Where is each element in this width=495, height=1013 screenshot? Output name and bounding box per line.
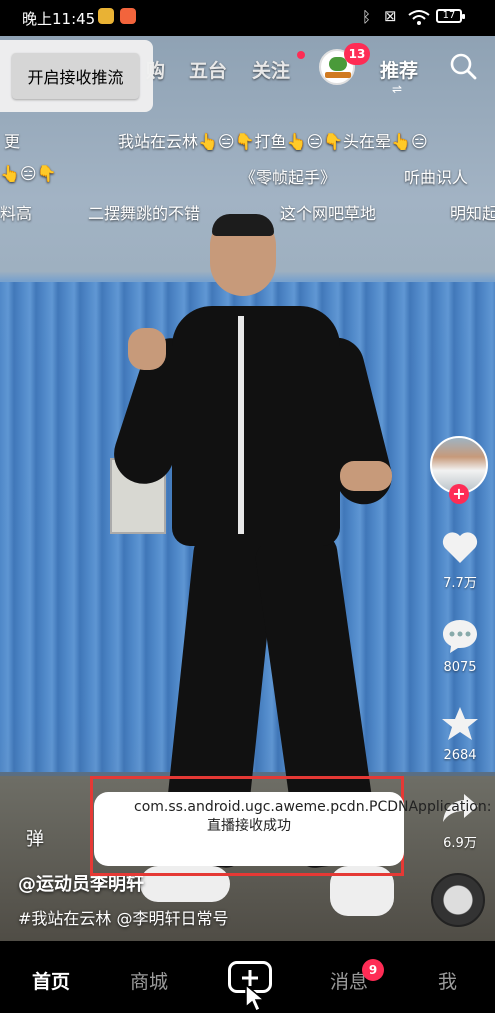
danmaku-comment: 明知起: [450, 204, 495, 223]
like-count: 7.7万: [443, 576, 477, 591]
video-description[interactable]: #我站在云林 @李明轩日常号: [18, 905, 229, 929]
danmaku-comment: 更: [4, 132, 21, 151]
bottom-navigation: 首页 商城 消息 9 我: [0, 943, 495, 1013]
danmaku-comment: 我站在云林👆😑👇打鱼👆😑👇头在晕👆😑: [118, 132, 428, 151]
status-time: 晚上11:45: [22, 10, 96, 28]
stream-control-panel: 开启接收推流: [0, 40, 153, 112]
danmaku-comment: 👆😑👇: [0, 164, 57, 183]
danmaku-comment: 《零帧起手》: [240, 168, 337, 187]
enable-stream-receive-button[interactable]: 开启接收推流: [12, 53, 139, 99]
messages-badge: 9: [362, 959, 384, 981]
tab-local[interactable]: 五台: [189, 56, 227, 83]
danmaku-comment: 二摆舞跳的不错: [88, 204, 201, 223]
person-hand: [128, 328, 166, 370]
follow-plus-button[interactable]: +: [449, 484, 469, 504]
tab-home[interactable]: 首页: [32, 967, 70, 994]
tab-following[interactable]: 关注: [252, 56, 290, 83]
danmaku-comment: 这个网吧草地: [280, 204, 377, 223]
star-icon[interactable]: [440, 704, 480, 744]
toast-message: com.ss.android.ugc.aweme.pcdn.PCDNApplic…: [94, 792, 491, 866]
tab-mall[interactable]: 商城: [130, 967, 168, 994]
danmaku-comment: 听曲识人: [404, 168, 469, 187]
danmaku-toggle-button[interactable]: 弹: [26, 825, 44, 851]
status-bar: 晚上11:45 ᛒ ⊠ 17: [0, 0, 495, 36]
tab-me[interactable]: 我: [438, 967, 457, 994]
sim-off-icon: ⊠: [384, 7, 397, 25]
comment-count: 8075: [443, 660, 477, 675]
bluetooth-icon: ᛒ: [362, 8, 372, 26]
person-hand: [340, 461, 392, 491]
favorite-count: 2684: [443, 748, 477, 763]
brand-logo-text-icon: [325, 72, 351, 78]
search-icon[interactable]: [449, 52, 477, 80]
notification-app-icon: [120, 8, 136, 24]
person-torso: [172, 306, 340, 546]
following-dot-badge: [297, 51, 305, 59]
battery-indicator: 17: [436, 9, 465, 23]
share-count: 6.9万: [443, 836, 477, 851]
wifi-icon: [408, 10, 430, 25]
brand-count-badge: 13: [344, 43, 370, 65]
person-zipper: [238, 316, 244, 534]
danmaku-comment: 料高: [0, 204, 33, 223]
person-hair: [212, 214, 274, 236]
music-disc-icon[interactable]: [431, 873, 485, 927]
tab-recommend[interactable]: 推荐: [380, 56, 418, 83]
notification-app-icon: [98, 8, 114, 24]
comment-icon[interactable]: [440, 616, 480, 656]
refresh-arrows-icon: ⇌: [392, 82, 403, 96]
heart-icon[interactable]: [440, 528, 480, 568]
